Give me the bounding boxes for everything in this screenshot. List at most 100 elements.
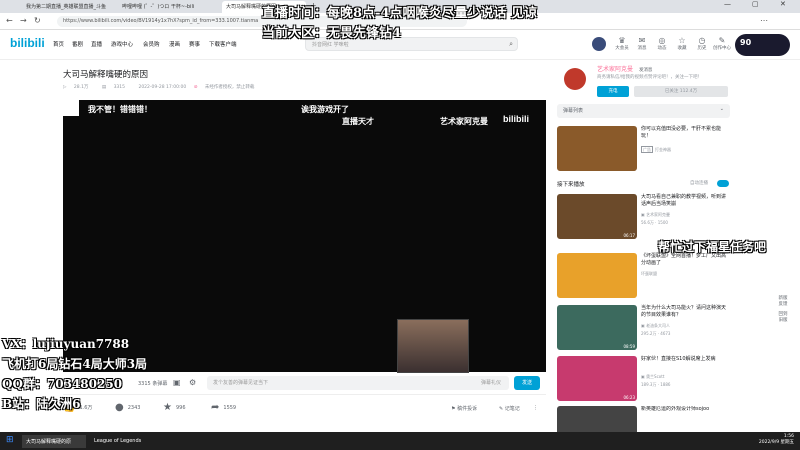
uploader-avatar[interactable]	[564, 68, 586, 90]
nav-home[interactable]: 首页	[53, 40, 64, 48]
taskbar-lol[interactable]: League of Legends	[90, 435, 170, 448]
feed-button[interactable]: ◎ 动态	[652, 36, 672, 51]
browser-tab-2[interactable]: 哔哩哔哩 (゜-゜)つロ 干杯~-bili	[118, 1, 218, 13]
share-icon: ➦	[211, 402, 220, 413]
danmaku-list-toggle[interactable]: 弹幕列表 ⌄	[557, 104, 730, 118]
list-item[interactable]: 06:23 好家伙！直接在S10解说席上发病 ▣ 奥兰Scott 189.3万 …	[557, 356, 730, 402]
forbid-icon: ⊘	[193, 85, 199, 90]
history-icon: ◷	[698, 36, 706, 45]
favorite-button[interactable]: ★ 996	[163, 402, 186, 413]
overlay-server: 当前大区：无畏先锋钻4	[262, 26, 402, 41]
nav-manga[interactable]: 漫画	[169, 40, 180, 48]
browser-tab-1[interactable]: 我为第二期直播_英雄联盟直播_斗鱼	[22, 1, 114, 13]
forward-icon[interactable]: →	[20, 16, 27, 25]
charge-button[interactable]: 充电	[597, 86, 629, 97]
video-player[interactable]: 我不管！错错错！ 诶我游戏开了 直播天才 艺术家阿克曼 bilibili	[63, 100, 546, 372]
taskbar-browser[interactable]: 大司马解释嘴硬的原	[22, 435, 86, 448]
coin-icon: ●	[115, 402, 124, 413]
message-button[interactable]: ✉ 消息	[632, 36, 652, 51]
favorites-button[interactable]: ☆ 收藏	[672, 36, 692, 51]
old-version-link[interactable]: 旧版	[776, 318, 790, 324]
danmaku-label: 3315 条弹幕	[138, 381, 168, 387]
danmaku-placeholder: 发个友善的弹幕见证当下	[213, 380, 269, 386]
video-card-author: ▣ 老油条大司人	[641, 323, 671, 328]
autoplay-label: 自动连播	[690, 181, 708, 186]
bilibili-logo[interactable]: bilibili	[10, 36, 45, 50]
video-thumbnail	[557, 406, 637, 432]
list-item[interactable]: 《坏蛋联盟》全网首播！梦工厂又出高分动画了 坏蛋联盟	[557, 253, 730, 299]
user-avatar[interactable]	[592, 37, 606, 51]
video-card-stats: 189.3万 · 1886	[641, 382, 671, 387]
play-icon: ▷	[63, 85, 68, 90]
message-icon: ✉	[638, 36, 646, 45]
danmaku-toggle-icon[interactable]: ▣	[173, 378, 181, 387]
live-stat-number: 90	[740, 38, 752, 47]
streamer-webcam	[397, 319, 469, 373]
vip-button[interactable]: ♛ 大会员	[612, 36, 632, 51]
creator-center-button[interactable]: ✎ 创作中心	[712, 36, 732, 51]
more-icon[interactable]: ⋮	[533, 405, 538, 411]
uploader-desc: 商务请私信/给我的视频点赞评论吧！，关注一下吧！	[597, 75, 703, 80]
settings-icon[interactable]: ⋯	[760, 16, 768, 25]
send-message-link[interactable]: 发消息	[639, 68, 653, 73]
ad-thumbnail	[557, 126, 637, 171]
video-card-title: 大司马看自己兼职的教学视频，听到讲话声后当场笑崩	[641, 194, 727, 207]
video-card-title: 新英雄厄运的外观设计师sojoo	[641, 406, 710, 412]
autoplay-toggle[interactable]	[717, 180, 729, 187]
windows-start-icon[interactable]: ⊞	[6, 435, 14, 445]
video-title: 大司马解释嘴硬的原因	[63, 70, 149, 80]
danmaku-etiquette-link[interactable]: 弹幕礼仪	[481, 379, 501, 386]
list-item[interactable]: 06:17 大司马看自己兼职的教学视频，听到讲话声后当场笑崩 ▣ 艺术家阿克曼 …	[557, 194, 730, 240]
coin-button[interactable]: ● 2343	[115, 402, 140, 413]
ad-sub: 广告 打金神器	[641, 146, 671, 153]
list-item[interactable]: 08:59 当年为什么大司马能火？请问这种演天的节目效果谁有？ ▣ 老油条大司人…	[557, 305, 730, 351]
maximize-icon[interactable]: ▢	[752, 0, 759, 8]
list-item[interactable]: 新英雄厄运的外观设计师sojoo	[557, 406, 730, 432]
video-card-author: ▣ 奥兰Scott	[641, 374, 665, 379]
danmaku-input[interactable]: 发个友善的弹幕见证当下 弹幕礼仪	[207, 376, 509, 390]
close-icon[interactable]: ✕	[780, 0, 786, 8]
copyright-notice: ⊘ 未经作者授权，禁止转载	[193, 85, 255, 90]
video-thumbnail: 06:17	[557, 194, 637, 239]
video-caption-2: 诶我游戏开了	[301, 105, 349, 114]
view-count: ▷ 28.1万	[63, 85, 89, 90]
back-icon[interactable]: ←	[6, 16, 13, 25]
danmaku-settings-icon[interactable]: ⚙	[189, 378, 196, 387]
feedback-link[interactable]: 反馈	[776, 302, 790, 308]
refresh-icon[interactable]: ↻	[34, 16, 41, 25]
video-thumbnail: 08:59	[557, 305, 637, 350]
nav-download[interactable]: 下载客户端	[209, 40, 237, 48]
video-meta: ▷ 28.1万 ▤ 3315 2022-09-28 17:00:00 ⊘ 未经作…	[63, 84, 266, 90]
chevron-down-icon: ⌄	[719, 106, 724, 112]
side-float-bar: 新版 反馈 回到 旧版	[776, 296, 790, 324]
nav-live[interactable]: 直播	[91, 40, 102, 48]
video-caption-1: 我不管！错错错！	[88, 105, 152, 114]
video-card-stats: 295.2万 · 4673	[641, 331, 671, 336]
video-card-author: ▣ 艺术家阿克曼	[641, 212, 671, 217]
history-button[interactable]: ◷ 历史	[692, 36, 712, 51]
report-button[interactable]: ⚑ 稿件投诉	[451, 405, 477, 412]
overlay-wechat: VX：lujiuyuan7788	[2, 337, 130, 351]
nav-esports[interactable]: 赛事	[189, 40, 200, 48]
system-clock[interactable]: 1:56 2022/9/9 星期五	[759, 434, 794, 446]
danmaku-send-button[interactable]: 发送	[514, 376, 540, 390]
notes-button[interactable]: ✎ 记笔记	[499, 405, 520, 412]
minimize-icon[interactable]: —	[724, 0, 731, 8]
uploader-name[interactable]: 艺术家阿克曼 发消息	[597, 64, 652, 73]
video-caption-3: 直播天才	[342, 117, 374, 126]
crown-icon: ♛	[618, 36, 626, 45]
video-thumbnail	[557, 253, 637, 298]
share-button[interactable]: ➦ 1559	[211, 402, 236, 413]
nav-mall[interactable]: 会员购	[143, 40, 160, 48]
ad-card[interactable]: 你可以充值田没必要，干肝不累也能玩！ 广告 打金神器	[557, 126, 730, 174]
overlay-qq: QQ群：703480250	[2, 377, 123, 391]
nav-anime[interactable]: 番剧	[72, 40, 83, 48]
overlay-stream-time: 直播时间：每晚8点-4点咽喉炎尽量少说话 见谅	[262, 6, 538, 21]
search-icon[interactable]: ⌕	[509, 40, 513, 49]
follow-button[interactable]: 已关注 112.4万	[634, 86, 728, 97]
ad-title: 你可以充值田没必要，干肝不累也能玩！	[641, 126, 722, 139]
nav-game-center[interactable]: 游戏中心	[111, 40, 133, 48]
video-card-title: 好家伙！直接在S10解说席上发病	[641, 356, 716, 362]
bilibili-watermark: bilibili	[503, 114, 529, 124]
feed-icon: ◎	[658, 36, 666, 45]
